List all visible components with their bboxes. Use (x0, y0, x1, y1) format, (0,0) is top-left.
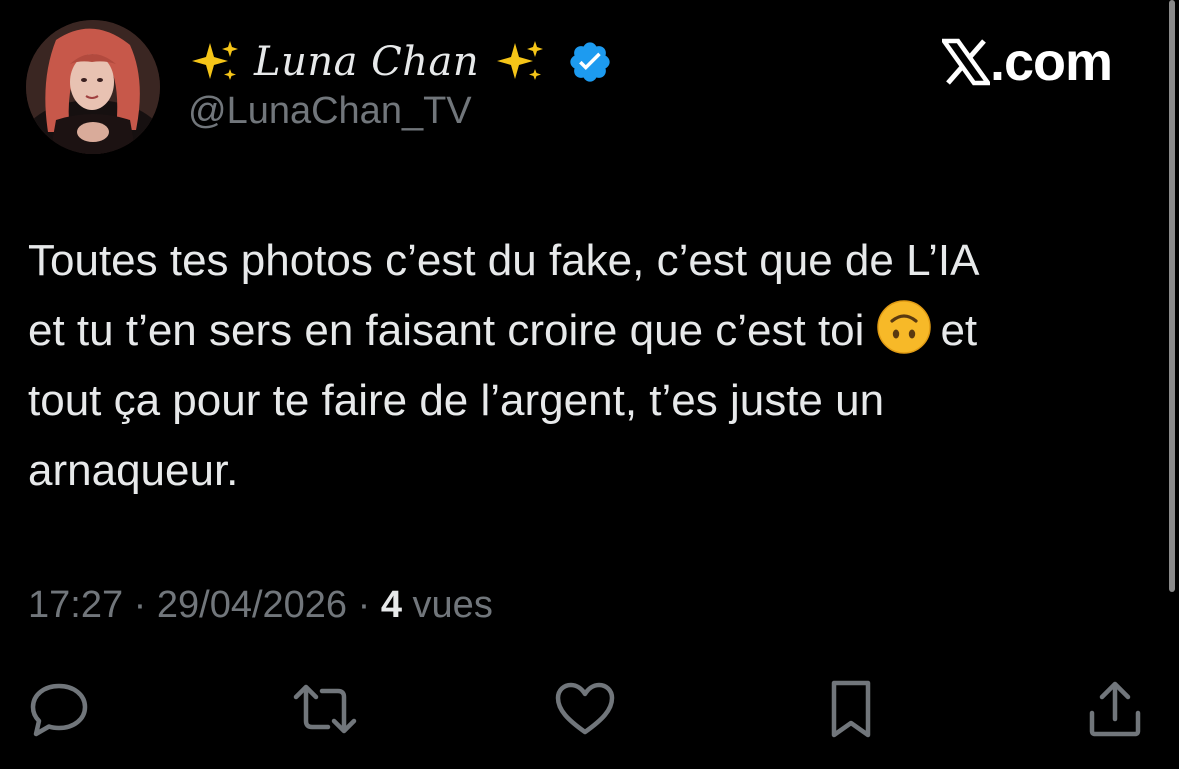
x-logo-icon (939, 37, 993, 87)
tweet-line-segment: et (940, 306, 978, 355)
heart-icon (552, 680, 618, 743)
scrollbar[interactable] (1169, 0, 1175, 592)
bookmark-button[interactable] (816, 676, 886, 746)
author-display-name[interactable]: Luna Chan (254, 39, 479, 85)
upside-down-face-emoji (876, 299, 932, 355)
share-icon (1084, 679, 1146, 744)
tweet-meta: 17:27 · 29/04/2026 · 4 vues (28, 584, 493, 627)
tweet-line: tout ça pour te faire de l’argent, t’es … (28, 376, 885, 425)
tweet-time[interactable]: 17:27 (28, 584, 123, 626)
bookmark-icon (824, 679, 878, 744)
author-handle[interactable]: @LunaChan_TV (188, 90, 472, 133)
brand-domain-text: .com (990, 32, 1113, 92)
meta-separator: · (357, 584, 371, 626)
meta-separator: · (133, 584, 147, 626)
reply-button[interactable] (24, 676, 94, 746)
tweet-line: Toutes tes photos c’est du fake, c’est q… (28, 236, 980, 285)
sparkles-icon (493, 39, 547, 85)
tweet-line: et tu t’en sers en faisant croire que c’… (28, 296, 1158, 366)
share-button[interactable] (1080, 676, 1150, 746)
tweet-text: Toutes tes photos c’est du fake, c’est q… (28, 226, 1158, 506)
repost-button[interactable] (290, 676, 360, 746)
views-count[interactable]: 4 (381, 584, 402, 626)
verified-badge-icon[interactable] (567, 39, 613, 85)
views-label[interactable]: vues (413, 584, 493, 626)
brand-watermark: .com (939, 30, 1113, 94)
reply-icon (28, 680, 90, 743)
repost-icon (290, 681, 360, 742)
like-button[interactable] (550, 676, 620, 746)
tweet-line-segment: et tu t’en sers en faisant croire que c’… (28, 306, 865, 355)
sparkles-icon (188, 39, 242, 85)
author-name-row[interactable]: Luna Chan (188, 34, 613, 90)
tweet-line: arnaqueur. (28, 446, 239, 495)
action-bar (0, 676, 1179, 746)
tweet-date[interactable]: 29/04/2026 (157, 584, 347, 626)
avatar[interactable] (26, 20, 160, 154)
